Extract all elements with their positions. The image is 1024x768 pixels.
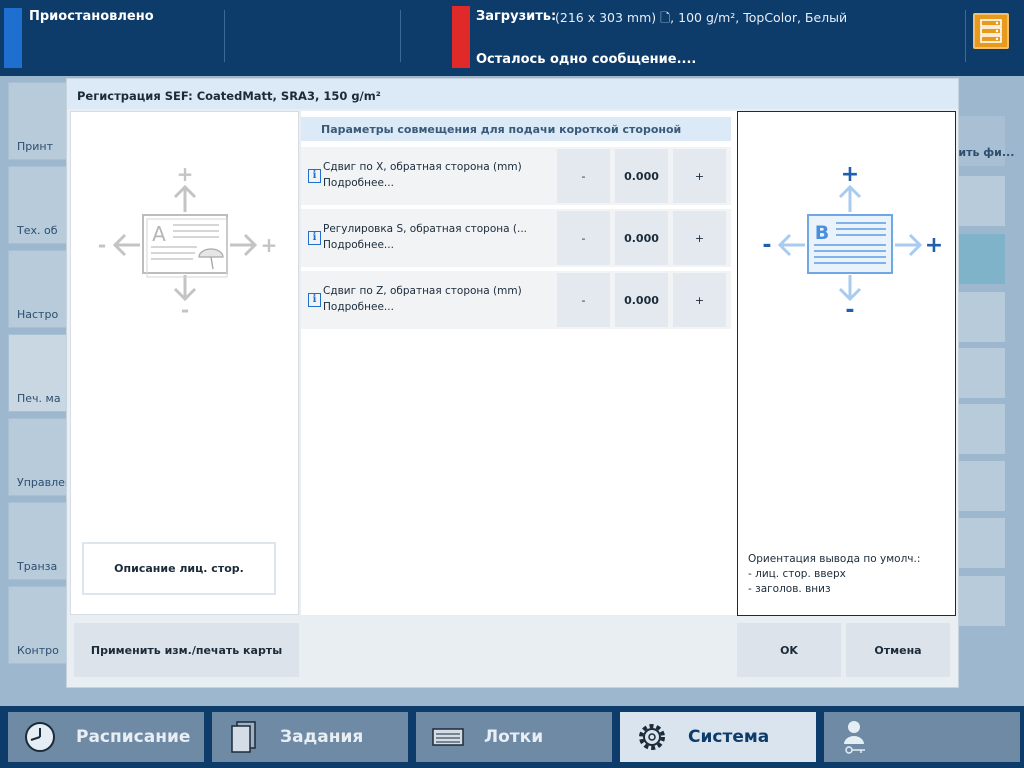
params-header: Параметры совмещения для подачи короткой… (301, 117, 731, 141)
info-icon[interactable]: i (308, 169, 321, 183)
front-plus-top: + (177, 162, 194, 186)
param-name: Сдвиг по Z, обратная сторона (mm) (323, 285, 522, 297)
nav-system[interactable]: Система (620, 712, 816, 762)
param-value-field[interactable]: 0.000 (615, 149, 668, 203)
param-more-link[interactable]: Подробнее... (323, 239, 394, 251)
clock-icon (20, 717, 60, 757)
nav-schedule[interactable]: Расписание (8, 712, 204, 762)
increment-button[interactable]: + (673, 273, 726, 327)
front-minus-left: - (98, 233, 106, 257)
params-header-title: Параметры совмещения для подачи короткой… (321, 123, 682, 136)
status-indicator (4, 8, 22, 68)
bottom-navigation: Расписание Задания Лотки Система (0, 706, 1024, 768)
param-row-s-adjust: i Регулировка S, обратная сторона (... П… (301, 209, 731, 267)
trays-icon (428, 717, 468, 757)
back-side-panel: + - - + B Ориентация вывода по умолч.: -… (737, 111, 956, 616)
ok-button[interactable]: OK (737, 623, 841, 677)
top-status-bar: Приостановлено Загрузить: (216 x 303 mm)… (0, 0, 1024, 76)
load-label: Загрузить: (476, 9, 557, 24)
alert-indicator (452, 6, 470, 68)
load-media-value: (216 x 303 mm) 🗋, 100 g/m², TopColor, Бе… (555, 10, 848, 25)
info-icon[interactable]: i (308, 231, 321, 245)
param-row-z-shift: i Сдвиг по Z, обратная сторона (mm) Подр… (301, 271, 731, 329)
param-more-link[interactable]: Подробнее... (323, 301, 394, 313)
param-row-x-shift: i Сдвиг по X, обратная сторона (mm) Подр… (301, 147, 731, 205)
server-button[interactable] (973, 13, 1009, 49)
increment-button[interactable]: + (673, 149, 726, 203)
user-key-icon (836, 717, 876, 757)
divider (965, 10, 966, 62)
dialog-title-bar: Регистрация SEF: CoatedMatt, SRA3, 150 g… (67, 79, 958, 109)
param-name: Сдвиг по X, обратная сторона (mm) (323, 161, 522, 173)
nav-user[interactable] (824, 712, 1020, 762)
dialog-title: Регистрация SEF: CoatedMatt, SRA3, 150 g… (77, 89, 381, 103)
decrement-button[interactable]: - (557, 149, 610, 203)
apply-print-button[interactable]: Применить изм./печать карты (74, 623, 299, 677)
param-name: Регулировка S, обратная сторона (... (323, 223, 528, 235)
info-icon[interactable]: i (308, 293, 321, 307)
nav-trays[interactable]: Лотки (416, 712, 612, 762)
front-letter: A (152, 222, 166, 246)
back-minus-bottom: - (845, 298, 854, 317)
output-orientation-note: Ориентация вывода по умолч.: - лиц. стор… (748, 553, 921, 595)
parameters-panel: Параметры совмещения для подачи короткой… (301, 111, 737, 615)
server-icon (980, 19, 1002, 43)
jobs-icon (224, 717, 264, 757)
param-value-field[interactable]: 0.000 (615, 211, 668, 265)
param-more-link[interactable]: Подробнее... (323, 177, 394, 189)
back-side-diagram: + - - + B (762, 162, 943, 317)
front-side-diagram: + - - + A (98, 162, 278, 317)
decrement-button[interactable]: - (557, 211, 610, 265)
nav-label: Лотки (484, 727, 544, 747)
front-side-panel: + - - + A Описание лиц. стор. (70, 111, 299, 615)
back-plus-top: + (841, 162, 859, 187)
dialog-footer: Применить изм./печать карты OK Отмена (67, 617, 958, 687)
back-minus-left: - (762, 233, 771, 258)
front-plus-right: + (261, 233, 278, 257)
divider (224, 10, 225, 62)
printer-status: Приостановлено (29, 9, 154, 24)
back-plus-right: + (925, 233, 943, 258)
registration-dialog: Регистрация SEF: CoatedMatt, SRA3, 150 g… (66, 78, 959, 688)
param-value-field[interactable]: 0.000 (615, 273, 668, 327)
nav-jobs[interactable]: Задания (212, 712, 408, 762)
message-count[interactable]: Осталось одно сообщение.... (476, 52, 696, 67)
gear-icon (632, 717, 672, 757)
nav-label: Расписание (76, 727, 191, 747)
increment-button[interactable]: + (673, 211, 726, 265)
front-description-button[interactable]: Описание лиц. стор. (82, 542, 276, 595)
back-letter: B (815, 222, 829, 244)
decrement-button[interactable]: - (557, 273, 610, 327)
cancel-button[interactable]: Отмена (846, 623, 950, 677)
divider (400, 10, 401, 62)
nav-label: Задания (280, 727, 364, 747)
nav-label: Система (688, 727, 770, 747)
front-minus-bottom: - (181, 298, 189, 317)
